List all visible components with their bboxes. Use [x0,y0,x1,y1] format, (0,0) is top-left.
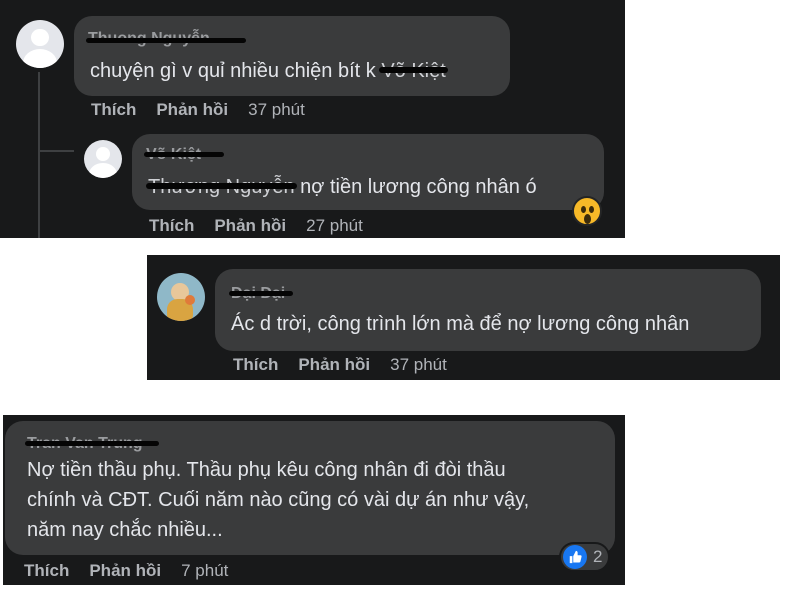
comment-text-line: năm nay chắc nhiều... [27,519,223,541]
reply-timestamp[interactable]: 27 phút [306,216,363,235]
reply-connector-curve [38,140,40,152]
comment-panel: Tran Van Trung Nợ tiền thầu phụ. Thầu ph… [3,415,625,585]
reply-button[interactable]: Phản hồi [214,216,286,235]
reply-button[interactable]: Phản hồi [298,355,370,374]
reply-connector [40,150,74,152]
mention-redacted[interactable]: Võ Kiệt [379,56,449,86]
reaction-count: 2 [593,547,603,566]
comment-actions: Thích Phản hồi 37 phút [233,355,467,375]
comment-bubble: Đại Đại Ác d trời, công trình lớn mà để … [215,269,761,351]
comment-text-line: chính và CĐT. Cuối năm nào cũng có vài d… [27,489,530,511]
comment-text: chuyện gì v quỉ nhiều chiện bít k Võ Kiệ… [90,56,449,86]
comment-text: Ác d trời, công trình lớn mà để nợ lương… [231,313,690,335]
wow-icon[interactable] [572,196,602,226]
comment-bubble: Thuong Nguyễn chuyện gì v quỉ nhiều chiệ… [74,16,510,96]
avatar[interactable] [84,140,122,178]
mention-redacted[interactable]: Thương Nguyễn [146,172,297,202]
comment-timestamp[interactable]: 7 phút [181,561,228,580]
reply-button[interactable]: Phản hồi [156,100,228,119]
thread-connector [38,72,40,238]
redaction-scribble [86,38,246,43]
reply-bubble: Võ Kiệt Thương Nguyễn nợ tiền lương công… [132,134,604,210]
reply-text-suffix: nợ tiền lương công nhân ó [294,176,537,198]
comment-bubble: Tran Van Trung Nợ tiền thầu phụ. Thầu ph… [5,421,615,555]
avatar[interactable] [16,20,64,68]
reply-button[interactable]: Phản hồi [89,561,161,580]
like-button[interactable]: Thích [233,355,278,374]
like-button[interactable]: Thích [24,561,69,580]
like-button[interactable]: Thích [149,216,194,235]
redaction-scribble [144,152,224,157]
reply-actions: Thích Phản hồi 27 phút [149,216,383,236]
reply-text: Thương Nguyễn nợ tiền lương công nhân ó [146,172,537,202]
comment-timestamp[interactable]: 37 phút [248,100,305,119]
comment-panel: Đại Đại Ác d trời, công trình lớn mà để … [147,255,780,380]
redaction-scribble [229,291,293,296]
comment-actions: Thích Phản hồi 37 phút [91,100,325,120]
comment-actions: Thích Phản hồi 7 phút [24,561,248,581]
comment-thread-panel: Thuong Nguyễn chuyện gì v quỉ nhiều chiệ… [0,0,625,238]
reaction-summary[interactable]: 2 [559,542,611,572]
comment-timestamp[interactable]: 37 phút [390,355,447,374]
avatar[interactable] [157,273,205,321]
redaction-scribble [25,441,159,446]
like-button[interactable]: Thích [91,100,136,119]
comment-text-prefix: chuyện gì v quỉ nhiều chiện bít k [90,60,376,82]
comment-text-line: Nợ tiền thầu phụ. Thầu phụ kêu công nhân… [27,459,506,481]
like-icon [563,545,587,569]
